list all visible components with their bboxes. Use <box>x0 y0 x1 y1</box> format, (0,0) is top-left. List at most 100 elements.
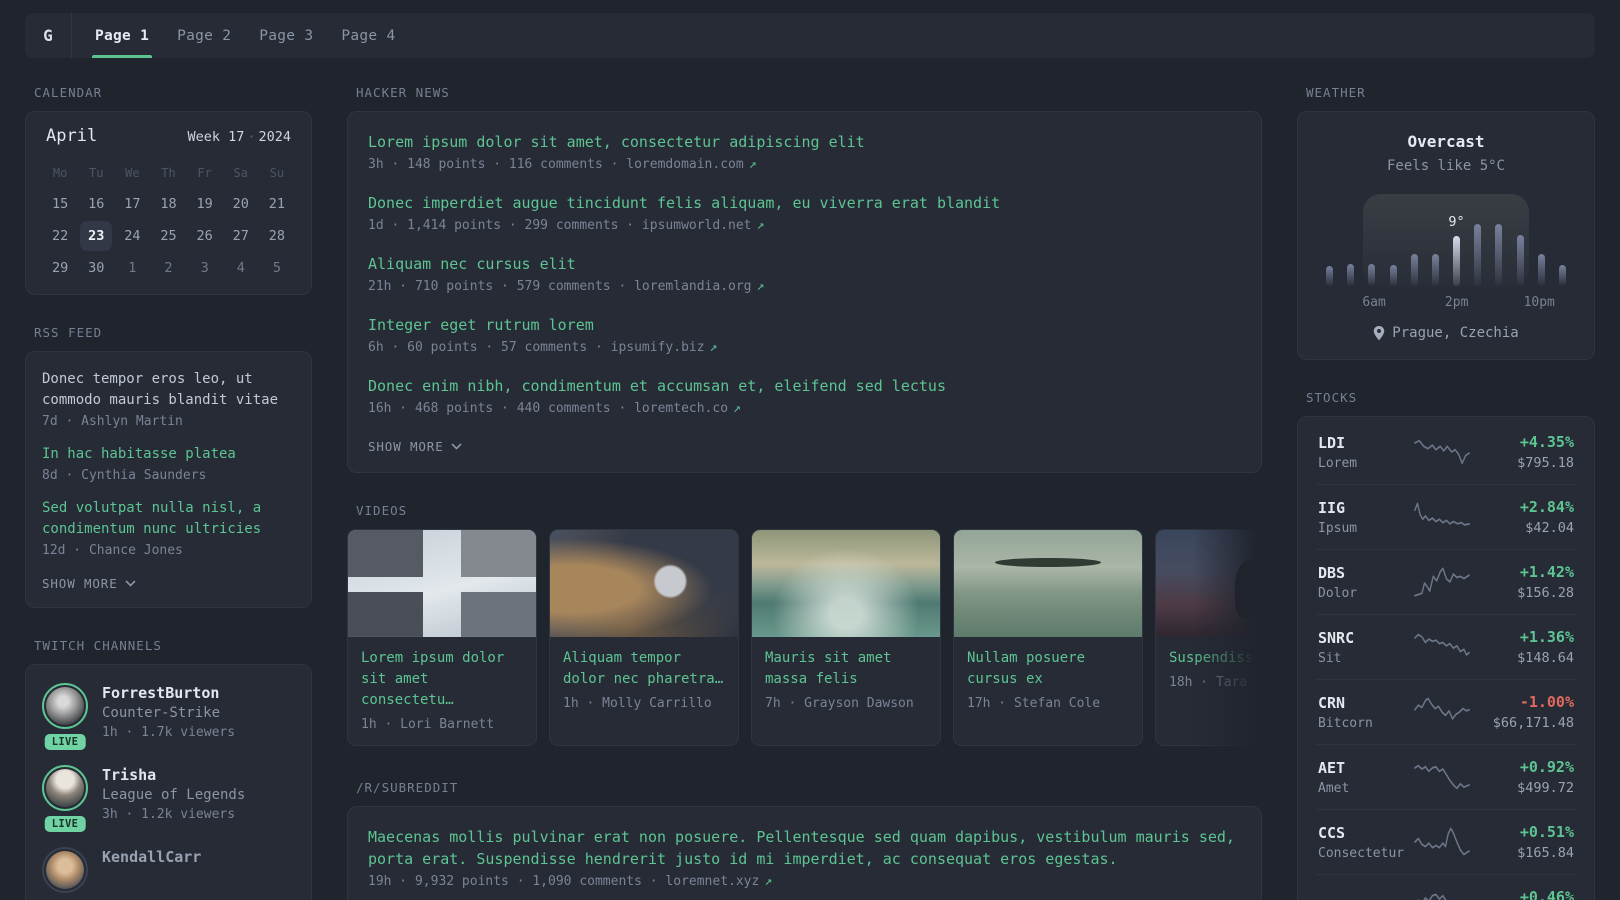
stock-row[interactable]: LDI Lorem +4.35% $795.18 <box>1316 420 1576 484</box>
stock-sparkline <box>1414 439 1470 465</box>
stock-row[interactable]: SNRC Sit +1.36% $148.64 <box>1316 614 1576 679</box>
weather-bars: 9° <box>1326 214 1566 286</box>
video-thumbnail <box>348 530 536 637</box>
hour-label: 6am <box>1362 295 1386 310</box>
weather-hour-bar <box>1516 235 1524 286</box>
app-logo[interactable]: G <box>25 13 72 58</box>
weather-hour-bar <box>1558 264 1566 286</box>
hn-story-meta: 6h · 60 points · 57 comments · ipsumify.… <box>368 340 718 355</box>
tab-page-2[interactable]: Page 2 <box>163 13 245 58</box>
hn-story-link[interactable]: Integer eget rutrum lorem <box>368 314 1241 336</box>
weather-condition: Overcast <box>1407 132 1485 151</box>
avatar-image <box>46 851 84 889</box>
rss-item-link[interactable]: Sed volutpat nulla nisl, a condimentum n… <box>42 498 295 540</box>
subreddit-card: Maecenas mollis pulvinar erat non posuer… <box>347 806 1262 900</box>
calendar-day-selected: 23 <box>80 221 113 251</box>
hour-label: 10pm <box>1523 295 1555 310</box>
rss-item-link[interactable]: In hac habitasse platea <box>42 444 295 465</box>
stock-name: Lorem <box>1318 456 1358 471</box>
weather-feels-like: Feels like 5°C <box>1386 158 1505 174</box>
stock-price: $66,171.48 <box>1492 715 1574 731</box>
external-link-icon[interactable]: ↗ <box>764 874 772 889</box>
rss-show-more-button[interactable]: SHOW MORE <box>42 576 136 591</box>
video-title: Mauris sit amet massa felis <box>765 650 892 687</box>
stock-row[interactable]: DBS Dolor +1.42% $156.28 <box>1316 549 1576 614</box>
calendar-widget-title: CALENDAR <box>34 85 103 100</box>
stock-row[interactable]: AHS +0.46% <box>1316 874 1576 900</box>
tab-page-4[interactable]: Page 4 <box>327 13 409 58</box>
tab-page-3[interactable]: Page 3 <box>245 13 327 58</box>
external-link-icon[interactable]: ↗ <box>749 157 757 172</box>
videos-carousel[interactable]: Lorem ipsum dolor sit amet consectetu… 1… <box>347 529 1262 746</box>
chevron-down-icon <box>451 443 462 450</box>
stock-change: +1.42% <box>1519 563 1574 581</box>
hn-story-link[interactable]: Donec imperdiet augue tincidunt felis al… <box>368 192 1241 214</box>
stock-change: +0.92% <box>1519 758 1574 776</box>
rss-widget: RSS FEED Donec tempor eros leo, ut commo… <box>25 325 312 608</box>
hn-story: Donec imperdiet augue tincidunt felis al… <box>368 192 1241 233</box>
dot-separator: · <box>247 129 256 145</box>
hn-story-link[interactable]: Aliquam nec cursus elit <box>368 253 1241 275</box>
stock-sparkline <box>1414 502 1470 526</box>
reddit-post-link[interactable]: Maecenas mollis pulvinar erat non posuer… <box>368 826 1241 870</box>
video-card[interactable]: Nullam posuere cursus ex 17h · Stefan Co… <box>953 529 1143 746</box>
stock-change: +0.46% <box>1519 888 1574 900</box>
stock-change: +0.51% <box>1519 823 1574 841</box>
external-link-icon[interactable]: ↗ <box>733 401 741 416</box>
external-link-icon[interactable]: ↗ <box>757 218 765 233</box>
calendar-widget: CALENDAR April Week 17 · 2024 Mo Tu We Th … <box>25 85 312 295</box>
hn-story: Integer eget rutrum lorem 6h · 60 points… <box>368 314 1241 355</box>
external-link-icon[interactable]: ↗ <box>757 279 765 294</box>
stock-row[interactable]: CCS Consectetur +0.51% $165.84 <box>1316 809 1576 874</box>
twitch-channel-row[interactable]: LIVE ForrestBurton Counter-Strike 1h · 1… <box>42 683 295 750</box>
channel-game: Counter-Strike <box>102 705 221 721</box>
twitch-channel-row[interactable]: LIVE KendallCarr <box>42 847 295 893</box>
video-title: Suspendisse diam <box>1169 650 1262 666</box>
hn-story-link[interactable]: Donec enim nibh, condimentum et accumsan… <box>368 375 1241 397</box>
stock-name: Ipsum <box>1318 521 1358 536</box>
stock-name: Bitcorn <box>1318 716 1373 731</box>
calendar-day: 2 <box>164 260 173 276</box>
weekday-label: We <box>125 166 140 180</box>
video-card[interactable]: Mauris sit amet massa felis 7h · Grayson… <box>751 529 941 746</box>
video-card[interactable]: Suspendisse diam 18h · Tara <box>1155 529 1262 746</box>
dashboard-page: G Page 1 Page 2 Page 3 Page 4 CALENDAR A… <box>0 0 1620 900</box>
stock-symbol: SNRC <box>1318 629 1355 647</box>
stock-symbol: LDI <box>1318 434 1346 452</box>
channel-avatar: LIVE <box>42 765 88 832</box>
live-badge: LIVE <box>44 734 86 750</box>
location-pin-icon <box>1374 325 1385 340</box>
calendar-day: 18 <box>160 196 177 212</box>
video-meta: 7h · Grayson Dawson <box>765 696 914 711</box>
hn-story-link[interactable]: Lorem ipsum dolor sit amet, consectetur … <box>368 131 1241 153</box>
twitch-channel-row[interactable]: LIVE Trisha League of Legends 3h · 1.2k … <box>42 765 295 832</box>
stock-row[interactable]: IIG Ipsum +2.84% $42.04 <box>1316 484 1576 549</box>
weather-hour-bar-current: 9° <box>1448 214 1465 286</box>
rss-item-link[interactable]: Donec tempor eros leo, ut commodo mauris… <box>42 369 295 411</box>
stock-name: Dolor <box>1318 586 1358 601</box>
calendar-day: 20 <box>232 196 249 212</box>
hn-show-more-button[interactable]: SHOW MORE <box>368 439 462 454</box>
chevron-down-icon <box>125 580 136 587</box>
hn-story-meta: 3h · 148 points · 116 comments · loremdo… <box>368 157 757 172</box>
stock-row[interactable]: CRN Bitcorn -1.00% $66,171.48 <box>1316 679 1576 744</box>
calendar-day: 16 <box>88 196 105 212</box>
current-temp-label: 9° <box>1448 213 1465 230</box>
weather-hour-bar <box>1410 253 1418 286</box>
video-card[interactable]: Lorem ipsum dolor sit amet consectetu… 1… <box>347 529 537 746</box>
external-link-icon[interactable]: ↗ <box>710 340 718 355</box>
calendar-day: 4 <box>236 260 245 276</box>
tab-page-1[interactable]: Page 1 <box>81 13 163 58</box>
stock-row[interactable]: AET Amet +0.92% $499.72 <box>1316 744 1576 809</box>
weekday-label: Th <box>161 166 176 180</box>
calendar-day: 29 <box>51 260 69 276</box>
stock-symbol: AET <box>1318 759 1346 777</box>
calendar-month: April <box>46 126 98 146</box>
video-card[interactable]: Aliquam tempor dolor nec pharetra… 1h · … <box>549 529 739 746</box>
calendar-day: 21 <box>268 196 286 212</box>
stock-price: $156.28 <box>1517 585 1574 601</box>
stock-symbol: CCS <box>1318 824 1346 842</box>
weather-hour-bar <box>1347 264 1355 286</box>
subreddit-widget: /R/SUBREDDIT Maecenas mollis pulvinar er… <box>347 780 1262 900</box>
channel-avatar: LIVE <box>42 683 88 750</box>
